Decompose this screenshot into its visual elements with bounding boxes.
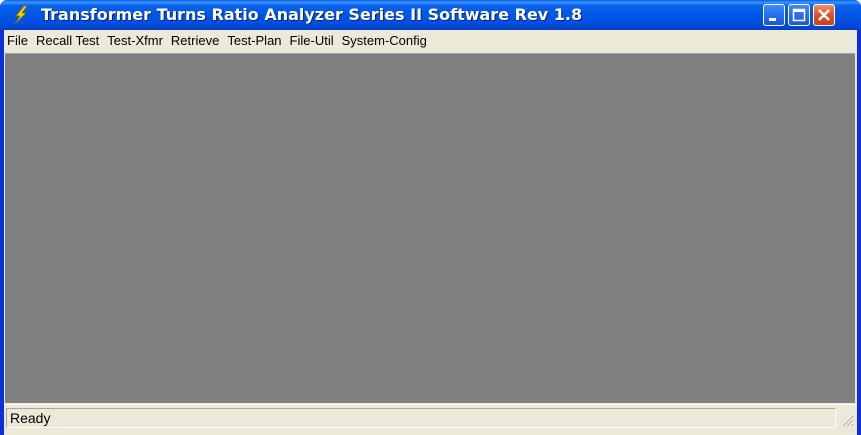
maximize-icon — [792, 8, 806, 22]
client-area: File Recall Test Test-Xfmr Retrieve Test… — [4, 30, 857, 435]
resize-grip-icon[interactable] — [840, 413, 854, 427]
status-bar: Ready — [4, 404, 857, 431]
menu-file[interactable]: File — [4, 30, 32, 52]
status-panel: Ready — [6, 408, 836, 428]
close-button[interactable] — [813, 4, 835, 26]
lightning-bolt-icon[interactable] — [11, 5, 31, 25]
menu-bar: File Recall Test Test-Xfmr Retrieve Test… — [4, 30, 857, 52]
maximize-button[interactable] — [788, 4, 810, 26]
menu-system-config[interactable]: System-Config — [338, 30, 431, 52]
mdi-workspace[interactable] — [5, 53, 855, 403]
app-window: Transformer Turns Ratio Analyzer Series … — [0, 0, 861, 435]
title-bar[interactable]: Transformer Turns Ratio Analyzer Series … — [0, 0, 861, 30]
menu-recall-test[interactable]: Recall Test — [32, 30, 103, 52]
menu-test-plan[interactable]: Test-Plan — [223, 30, 285, 52]
menu-file-util[interactable]: File-Util — [286, 30, 338, 52]
close-icon — [818, 9, 830, 21]
minimize-button[interactable] — [763, 4, 785, 26]
menu-test-xfmr[interactable]: Test-Xfmr — [103, 30, 167, 52]
status-text: Ready — [10, 410, 51, 426]
window-title: Transformer Turns Ratio Analyzer Series … — [41, 5, 583, 24]
minimize-icon — [769, 18, 776, 21]
menu-retrieve[interactable]: Retrieve — [167, 30, 223, 52]
